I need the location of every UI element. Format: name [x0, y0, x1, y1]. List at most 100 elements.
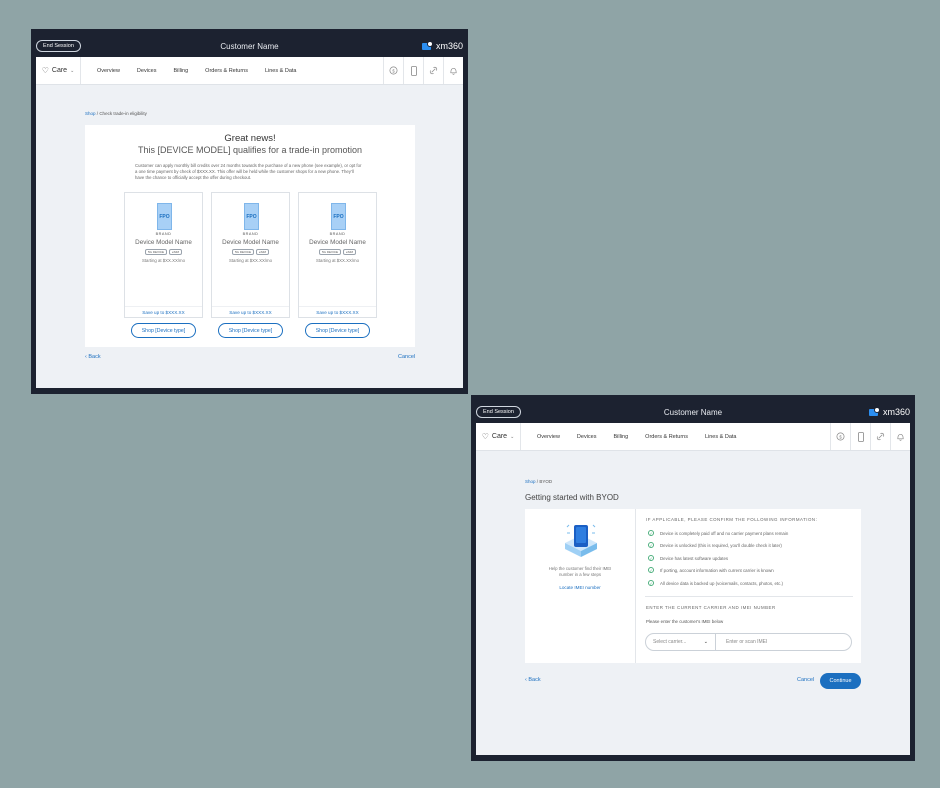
tab-overview[interactable]: Overview: [537, 434, 560, 440]
tab-devices[interactable]: Devices: [577, 434, 597, 440]
device-model: Device Model Name: [309, 239, 366, 246]
save-link[interactable]: Save up to $XXX.XX: [299, 306, 376, 315]
cancel-link[interactable]: Cancel: [797, 677, 814, 683]
care-menu[interactable]: ♡ Care ⌄: [36, 57, 81, 84]
breadcrumb-separator: /: [96, 111, 99, 116]
nav-tabs: Overview Devices Billing Orders & Return…: [521, 434, 830, 440]
check-circle-icon: ✓: [648, 542, 654, 548]
tag-5g: 5G DEVICE: [231, 249, 254, 255]
carrier-select-value: Select carrier...: [653, 639, 687, 645]
shop-device-button[interactable]: Shop [Device type]: [131, 323, 196, 338]
locate-imei-link[interactable]: Locate IMEI number: [525, 585, 635, 590]
checklist-item: ✓ Device has latest software updates: [648, 555, 728, 561]
imei-label: Please enter the customer's IMEI below: [646, 619, 724, 624]
chevron-down-icon: ⌄: [510, 433, 515, 440]
breadcrumb-separator: /: [536, 479, 539, 484]
end-session-button[interactable]: End Session: [36, 40, 81, 52]
back-link[interactable]: ‹ Back: [85, 354, 101, 360]
chevron-down-icon: ⌄: [70, 67, 75, 74]
tab-devices[interactable]: Devices: [137, 68, 157, 74]
confirm-heading: IF APPLICABLE, PLEASE CONFIRM THE FOLLOW…: [646, 517, 818, 522]
device-price: Starting at $XX.XX/mo: [229, 258, 272, 263]
device-model: Device Model Name: [135, 239, 192, 246]
device-price: Starting at $XX.XX/mo: [316, 258, 359, 263]
chevron-left-icon: ‹: [85, 354, 87, 360]
device-image: FPO: [244, 203, 259, 230]
nav-icons: $: [830, 423, 910, 450]
brand-logo: xm360: [868, 406, 910, 417]
heart-icon: ♡: [41, 66, 49, 75]
checklist-text: Device has latest software updates: [660, 555, 729, 561]
checklist-item: ✓ Device is completely paid off and no c…: [648, 530, 788, 536]
care-menu[interactable]: ♡ Care ⌄: [476, 423, 521, 450]
check-circle-icon: ✓: [648, 580, 654, 586]
tab-lines-data[interactable]: Lines & Data: [705, 434, 737, 440]
promo-heading: This [DEVICE MODEL] qualifies for a trad…: [137, 145, 363, 155]
nav-icons: $: [383, 57, 463, 84]
link-icon[interactable]: [423, 57, 443, 84]
phone-icon[interactable]: [850, 423, 870, 450]
navbar: ♡ Care ⌄ Overview Devices Billing Orders…: [476, 423, 910, 451]
divider: [645, 596, 853, 597]
screen-content: ♡ Care ⌄ Overview Devices Billing Orders…: [476, 423, 910, 755]
customer-name: Customer Name: [663, 407, 723, 417]
breadcrumb-shop[interactable]: Shop: [525, 479, 536, 484]
carrier-imei-input-group: Select carrier... ⌄ Enter or scan IMEI: [645, 633, 852, 651]
tab-overview[interactable]: Overview: [97, 68, 120, 74]
navbar: ♡ Care ⌄ Overview Devices Billing Orders…: [36, 57, 463, 85]
care-label: Care: [51, 67, 68, 74]
device-brand: BRAND: [242, 232, 259, 236]
dollar-icon[interactable]: $: [830, 423, 850, 450]
byod-window: End Session Customer Name xm360 ♡ Care ⌄…: [471, 395, 915, 761]
screen-content: ♡ Care ⌄ Overview Devices Billing Orders…: [36, 57, 463, 388]
back-link[interactable]: ‹ Back: [525, 677, 541, 683]
page-title: Getting started with BYOD: [525, 493, 619, 502]
device-card: FPO BRAND Device Model Name 5G DEVICE eS…: [124, 192, 203, 318]
checklist-text: If porting, account information with cur…: [660, 567, 774, 573]
save-link[interactable]: Save up to $XXX.XX: [125, 306, 202, 315]
tag-5g: 5G DEVICE: [144, 249, 167, 255]
shop-device-button[interactable]: Shop [Device type]: [218, 323, 283, 338]
tab-orders-returns[interactable]: Orders & Returns: [205, 68, 248, 74]
dollar-icon[interactable]: $: [383, 57, 403, 84]
phone-icon[interactable]: [403, 57, 423, 84]
tab-billing[interactable]: Billing: [173, 68, 188, 74]
svg-text:$: $: [392, 68, 395, 73]
top-bar: End Session Customer Name xm360: [476, 401, 910, 423]
breadcrumb-shop[interactable]: Shop: [85, 111, 96, 116]
bell-icon[interactable]: [890, 423, 910, 450]
imei-input[interactable]: Enter or scan IMEI: [716, 639, 851, 645]
back-label: Back: [88, 354, 101, 360]
bell-icon[interactable]: [443, 57, 463, 84]
nav-tabs: Overview Devices Billing Orders & Return…: [81, 68, 383, 74]
device-brand: BRAND: [155, 232, 172, 236]
save-link[interactable]: Save up to $XXX.XX: [212, 306, 289, 315]
shop-device-button[interactable]: Shop [Device type]: [305, 323, 370, 338]
trade-in-panel: Great news! This [DEVICE MODEL] qualifie…: [85, 125, 415, 347]
brand-name: xm360: [882, 407, 910, 417]
breadcrumb-current: BYOD: [539, 479, 553, 484]
care-label: Care: [491, 433, 508, 440]
tab-orders-returns[interactable]: Orders & Returns: [645, 434, 688, 440]
checklist-text: Device is completely paid off and no car…: [660, 530, 789, 536]
trade-in-window: End Session Customer Name xm360 ♡ Care ⌄…: [31, 29, 468, 394]
check-circle-icon: ✓: [648, 555, 654, 561]
checklist-text: Device is unlocked (this is required, yo…: [660, 542, 782, 548]
cancel-link[interactable]: Cancel: [398, 354, 415, 360]
tab-billing[interactable]: Billing: [613, 434, 628, 440]
continue-button[interactable]: Continue: [820, 673, 861, 689]
breadcrumb-current: Check trade-in eligibility: [99, 111, 147, 116]
check-circle-icon: ✓: [648, 567, 654, 573]
end-session-button[interactable]: End Session: [476, 406, 521, 418]
breadcrumb: Shop / BYOD: [525, 479, 552, 484]
shopping-bag-icon[interactable]: [868, 406, 880, 416]
carrier-select[interactable]: Select carrier... ⌄: [646, 634, 716, 650]
byod-panel: Help the customer find their IMEI number…: [525, 509, 861, 663]
link-icon[interactable]: [870, 423, 890, 450]
tab-lines-data[interactable]: Lines & Data: [265, 68, 297, 74]
shopping-bag-icon[interactable]: [421, 40, 433, 50]
checklist-item: ✓ If porting, account information with c…: [648, 567, 774, 573]
imei-help-column: Help the customer find their IMEI number…: [525, 509, 636, 663]
device-model: Device Model Name: [222, 239, 279, 246]
tag-esim: eSIM: [343, 249, 357, 255]
